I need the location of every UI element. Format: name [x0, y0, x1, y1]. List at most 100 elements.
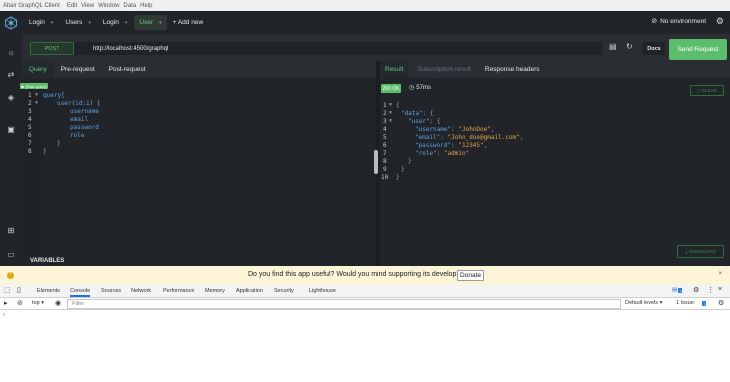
- environment-selector[interactable]: ⊘ No environment: [651, 17, 706, 26]
- context-selector[interactable]: top ▾: [32, 300, 44, 306]
- tab-result[interactable]: Result: [380, 61, 409, 78]
- chevron-down-icon[interactable]: ▾: [88, 20, 91, 26]
- window-tab-login-2[interactable]: Login ▾: [98, 15, 132, 30]
- fold-toggle-icon[interactable]: ▼: [389, 110, 392, 116]
- query-pane: Query Pre-request Post-request 1 2 3 4 5…: [22, 61, 376, 266]
- code-line: role: [70, 132, 85, 139]
- json-line: "password": "12345",: [415, 142, 488, 149]
- url-input[interactable]: http://localhost:4500/graphql: [74, 42, 602, 55]
- line-number: 3: [28, 108, 32, 115]
- query-editor[interactable]: 1 2 3 4 5 6 7 8 ▼ ▼ query{ user(id:1) { …: [22, 80, 376, 256]
- devtools-tab-application[interactable]: Application: [236, 288, 263, 294]
- run-query-button[interactable]: ▶ (Run query): [20, 83, 48, 89]
- chevron-down-icon: ▾: [659, 300, 663, 306]
- sidebar-toggle-icon[interactable]: ▸: [4, 299, 8, 307]
- tab-response-headers[interactable]: Response headers: [476, 61, 545, 78]
- trash-icon: ▯: [697, 87, 700, 93]
- clear-button[interactable]: ▯ CLEAR: [690, 85, 724, 96]
- inspect-element-icon[interactable]: ⬚: [4, 286, 11, 294]
- status-badge: 200 OK: [381, 84, 401, 93]
- notification-message: Do you find this app useful? Would you m…: [248, 271, 476, 278]
- json-key: "data": [401, 110, 423, 117]
- chevron-down-icon[interactable]: ▾: [159, 20, 162, 26]
- gear-icon[interactable]: ⚙: [716, 16, 724, 27]
- json-value: "12345": [458, 142, 484, 149]
- console-filter-input[interactable]: Filter: [67, 299, 621, 309]
- docs-button[interactable]: Docs: [643, 42, 665, 55]
- chevron-down-icon[interactable]: ▾: [51, 20, 54, 26]
- device-toolbar-icon[interactable]: ▯: [17, 286, 21, 294]
- close-icon[interactable]: ×: [718, 286, 722, 293]
- fold-toggle-icon[interactable]: ▼: [389, 118, 392, 124]
- line-number: 8: [28, 148, 32, 155]
- devtools-tab-memory[interactable]: Memory: [205, 288, 225, 294]
- chevron-down-icon[interactable]: ▾: [125, 20, 128, 26]
- tab-query[interactable]: Query: [22, 61, 54, 78]
- issues-badge[interactable]: 1: [702, 301, 707, 306]
- devtools-tab-security[interactable]: Security: [274, 288, 294, 294]
- sync-icon[interactable]: ⇄: [6, 70, 16, 80]
- send-request-button[interactable]: Send Request: [669, 39, 727, 60]
- issues-label[interactable]: 1 Issue:: [676, 300, 695, 306]
- eye-icon[interactable]: ◉: [55, 299, 61, 307]
- gear-icon[interactable]: ⚙: [693, 286, 699, 294]
- collection-icon[interactable]: ▣: [6, 125, 16, 135]
- context-label: top: [32, 300, 40, 306]
- devtools-tab-sources[interactable]: Sources: [101, 288, 121, 294]
- save-icon[interactable]: ▤: [609, 42, 617, 51]
- fold-toggle-icon[interactable]: ▼: [35, 92, 38, 98]
- devtools-tab-console[interactable]: Console: [70, 288, 91, 297]
- sun-icon[interactable]: ☼: [6, 48, 16, 58]
- tab-pre-request[interactable]: Pre-request: [54, 61, 102, 78]
- query-tabs: Query Pre-request Post-request: [22, 61, 376, 78]
- code-line: email: [70, 116, 89, 123]
- window-tabs-bar: Login ▾ Users ▾ Login ▾ User ▾ + Add new…: [0, 11, 730, 34]
- message-icon: ▤: [672, 287, 678, 293]
- clear-console-icon[interactable]: ⊘: [17, 299, 23, 307]
- environment-label: No environment: [660, 17, 706, 25]
- gear-icon[interactable]: ⚙: [718, 299, 724, 307]
- devtools-tab-lighthouse[interactable]: Lighthouse: [309, 288, 336, 294]
- menu-data[interactable]: Data: [123, 3, 136, 9]
- response-timing: ◷ 57ms: [409, 84, 431, 92]
- reload-schema-icon[interactable]: ↻: [626, 42, 633, 51]
- json-key: "password": [415, 142, 452, 149]
- menu-help[interactable]: Help: [140, 3, 152, 9]
- code-token: user: [57, 100, 72, 107]
- fold-toggle-icon[interactable]: ▼: [389, 102, 392, 108]
- window-tab-login-1[interactable]: Login ▾: [24, 15, 58, 30]
- resize-handle[interactable]: [374, 150, 378, 174]
- devtools-tab-network[interactable]: Network: [131, 288, 151, 294]
- donate-button[interactable]: Donate: [457, 270, 484, 281]
- messages-badge[interactable]: 1: [678, 288, 683, 293]
- download-button[interactable]: ⤓ DOWNLOAD: [677, 245, 724, 258]
- devtools-tab-performance[interactable]: Performance: [163, 288, 195, 294]
- close-icon[interactable]: ×: [718, 271, 722, 277]
- log-levels-dropdown[interactable]: Default levels ▾: [625, 300, 662, 306]
- console-prompt[interactable]: ›: [3, 312, 5, 318]
- menu-edit[interactable]: Edit: [67, 3, 77, 9]
- menu-view[interactable]: View: [81, 3, 94, 9]
- add-new-tab-button[interactable]: + Add new: [173, 19, 204, 26]
- variables-toggle[interactable]: VARIABLES: [30, 258, 64, 264]
- menu-window[interactable]: Window: [98, 3, 119, 9]
- json-key: "role": [415, 150, 437, 157]
- tab-subscription-result[interactable]: Subscription result: [408, 61, 475, 78]
- line-number: 3: [383, 118, 387, 125]
- plugins-icon[interactable]: ⊞: [6, 226, 16, 236]
- window-tab-user[interactable]: User ▾: [134, 15, 167, 30]
- line-number: 7: [383, 150, 387, 157]
- fold-toggle-icon[interactable]: ▼: [35, 100, 38, 106]
- json-line: }: [401, 166, 405, 173]
- devtools-tab-elements[interactable]: Elements: [37, 288, 60, 294]
- more-options-icon[interactable]: ⋮: [707, 286, 714, 294]
- eye-slash-icon: ⊘: [651, 18, 658, 25]
- folder-icon[interactable]: ▭: [6, 250, 16, 260]
- tab-post-request[interactable]: Post-request: [102, 61, 153, 78]
- http-method-selector[interactable]: POST: [30, 42, 74, 55]
- window-tab-users[interactable]: Users ▾: [60, 15, 96, 30]
- bug-icon[interactable]: ◈: [6, 93, 16, 103]
- code-line: user(id:1) {: [57, 100, 100, 107]
- line-number: 5: [383, 134, 387, 141]
- request-url-bar: POST http://localhost:4500/graphql ▤ ↻ D…: [22, 34, 730, 61]
